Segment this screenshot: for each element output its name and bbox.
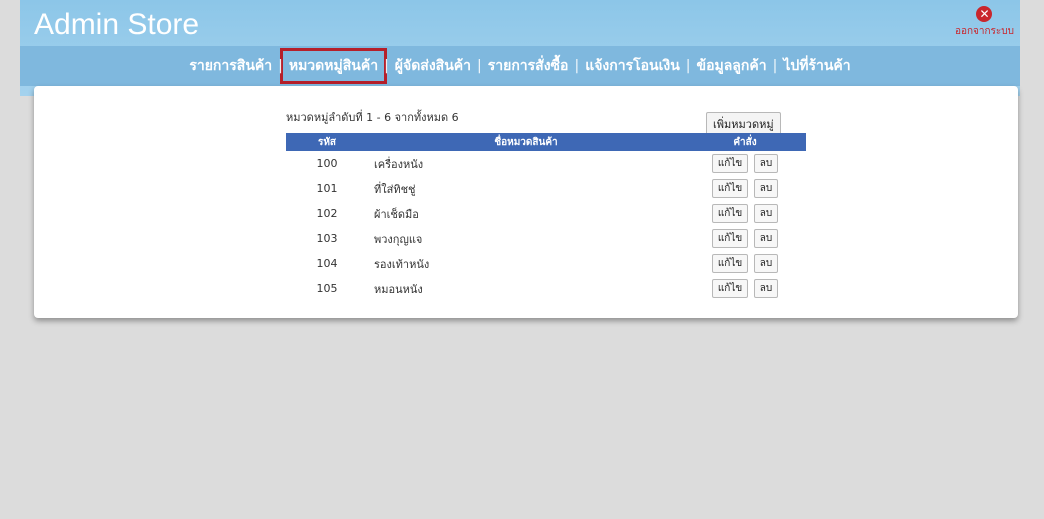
delete-button[interactable]: ลบ xyxy=(753,229,779,248)
edit-button[interactable]: แก้ไข xyxy=(711,154,749,173)
delete-button[interactable]: ลบ xyxy=(753,279,779,298)
table-row: 100 เครื่องหนัง แก้ไข ลบ xyxy=(286,151,806,176)
row-actions: แก้ไข ลบ xyxy=(684,176,806,201)
category-name: ผ้าเช็ดมือ xyxy=(374,207,419,221)
category-code: 104 xyxy=(316,257,338,270)
nav-separator: | xyxy=(477,58,482,74)
category-code: 105 xyxy=(316,282,338,295)
table-row: 105 หมอนหนัง แก้ไข ลบ xyxy=(286,276,806,301)
row-actions: แก้ไข ลบ xyxy=(684,276,806,301)
table-row: 104 รองเท้าหนัง แก้ไข ลบ xyxy=(286,251,806,276)
content-panel: หมวดหมู่ลำดับที่ 1 - 6 จากทั้งหมด 6 เพิ่… xyxy=(34,86,1018,318)
nav-item-go-to-store[interactable]: ไปที่ร้านค้า xyxy=(777,51,856,81)
category-name: หมอนหนัง xyxy=(374,282,423,296)
edit-button[interactable]: แก้ไข xyxy=(711,229,749,248)
nav-item-orders[interactable]: รายการสั่งซื้อ xyxy=(482,51,575,81)
pagination-summary: หมวดหมู่ลำดับที่ 1 - 6 จากทั้งหมด 6 xyxy=(286,111,459,124)
row-actions: แก้ไข ลบ xyxy=(684,151,806,176)
close-circle-icon: ✕ xyxy=(976,6,993,22)
categories-table: รหัส ชื่อหมวดสินค้า คำสั่ง 100 เครื่องหน… xyxy=(286,133,806,301)
delete-button[interactable]: ลบ xyxy=(753,179,779,198)
app-title: Admin Store xyxy=(34,8,200,41)
table-row: 102 ผ้าเช็ดมือ แก้ไข ลบ xyxy=(286,201,806,226)
header: Admin Store ✕ ออกจากระบบ รายการสินค้า | … xyxy=(20,0,1020,96)
row-actions: แก้ไข ลบ xyxy=(684,251,806,276)
delete-button[interactable]: ลบ xyxy=(753,204,779,223)
nav-item-categories[interactable]: หมวดหมู่สินค้า xyxy=(279,48,388,84)
nav-separator: | xyxy=(278,58,283,74)
row-actions: แก้ไข ลบ xyxy=(684,226,806,251)
column-header-name: ชื่อหมวดสินค้า xyxy=(368,133,684,151)
nav-item-products[interactable]: รายการสินค้า xyxy=(183,51,278,81)
edit-button[interactable]: แก้ไข xyxy=(711,204,749,223)
nav-item-customers[interactable]: ข้อมูลลูกค้า xyxy=(691,51,773,81)
logout-label: ออกจากระบบ xyxy=(954,26,1014,37)
category-name: รองเท้าหนัง xyxy=(374,257,430,271)
delete-button[interactable]: ลบ xyxy=(753,154,779,173)
nav-item-shippers[interactable]: ผู้จัดส่งสินค้า xyxy=(389,51,477,81)
table-header-row: รหัส ชื่อหมวดสินค้า คำสั่ง xyxy=(286,133,806,151)
table-row: 101 ที่ใส่ทิชชู่ แก้ไข ลบ xyxy=(286,176,806,201)
category-code: 103 xyxy=(316,232,338,245)
category-code: 100 xyxy=(316,157,338,170)
row-actions: แก้ไข ลบ xyxy=(684,201,806,226)
category-code: 101 xyxy=(316,182,338,195)
category-name: เครื่องหนัง xyxy=(374,157,424,171)
category-code: 102 xyxy=(316,207,338,220)
edit-button[interactable]: แก้ไข xyxy=(711,254,749,273)
column-header-actions: คำสั่ง xyxy=(684,133,806,151)
nav-separator: | xyxy=(685,58,691,74)
nav-item-payment-notices[interactable]: แจ้งการโอนเงิน xyxy=(579,51,686,81)
category-name: ที่ใส่ทิชชู่ xyxy=(374,182,416,196)
table-row: 103 พวงกุญแจ แก้ไข ลบ xyxy=(286,226,806,251)
edit-button[interactable]: แก้ไข xyxy=(711,279,749,298)
delete-button[interactable]: ลบ xyxy=(753,254,779,273)
nav-separator: | xyxy=(384,58,389,74)
main-nav: รายการสินค้า | หมวดหมู่สินค้า | ผู้จัดส่… xyxy=(20,46,1020,86)
nav-separator: | xyxy=(574,58,580,74)
logout-button[interactable]: ✕ ออกจากระบบ xyxy=(955,6,1014,39)
column-header-code: รหัส xyxy=(286,133,368,151)
edit-button[interactable]: แก้ไข xyxy=(711,179,749,198)
category-name: พวงกุญแจ xyxy=(374,232,423,246)
nav-separator: | xyxy=(772,58,778,74)
